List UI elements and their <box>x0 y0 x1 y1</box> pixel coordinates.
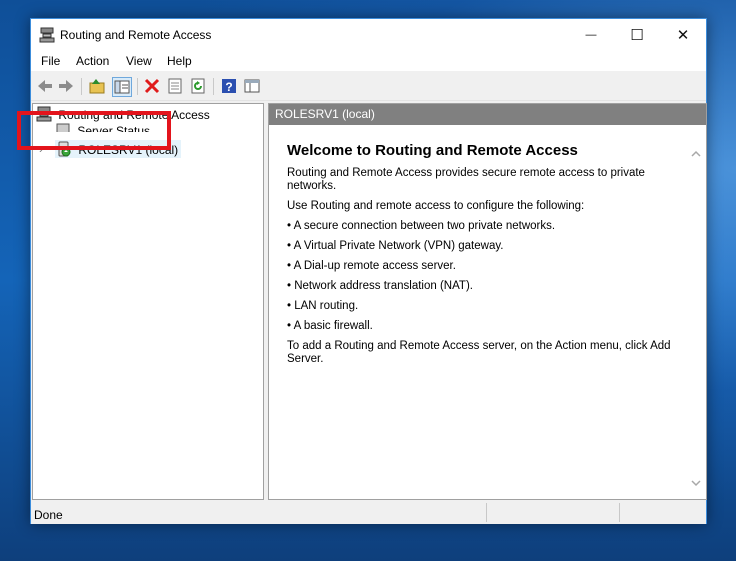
properties-icon <box>168 78 182 94</box>
welcome-heading: Welcome to Routing and Remote Access <box>287 142 578 159</box>
forward-icon <box>59 80 73 92</box>
vertical-scrollbar[interactable] <box>688 126 704 497</box>
close-icon: ✕ <box>676 27 690 44</box>
bullet-item: • Network address translation (NAT). <box>287 280 473 292</box>
bullet-item: • LAN routing. <box>287 300 359 312</box>
minimize-icon: — <box>585 29 597 41</box>
configure-text: Use Routing and remote access to configu… <box>287 200 585 212</box>
menu-bar: File Action View Help <box>31 51 706 71</box>
properties-button[interactable] <box>166 77 184 95</box>
scroll-down-icon[interactable] <box>688 475 704 491</box>
status-divider <box>486 503 487 522</box>
up-folder-icon <box>89 79 105 94</box>
bullet-text: A secure connection between two private … <box>293 220 556 232</box>
welcome-content: Welcome to Routing and Remote Access Rou… <box>287 142 689 373</box>
help-button[interactable]: ? <box>220 77 238 95</box>
minimize-button[interactable]: — <box>568 19 614 51</box>
bullet-text: A basic firewall. <box>293 320 373 332</box>
routing-app-icon <box>39 27 55 43</box>
window-title: Routing and Remote Access <box>60 28 212 42</box>
maximize-button[interactable]: ☐ <box>614 19 660 51</box>
highlight-annotation-box <box>17 111 171 150</box>
close-button[interactable]: ✕ <box>660 19 706 51</box>
menu-help[interactable]: Help <box>167 54 192 68</box>
welcome-intro: Routing and Remote Access provides secur… <box>287 167 645 192</box>
title-bar[interactable]: Routing and Remote Access — ☐ ✕ <box>31 19 706 51</box>
help-icon: ? <box>222 79 236 94</box>
details-header-label: ROLESRV1 (local) <box>275 107 375 121</box>
bullet-item: • A Dial-up remote access server. <box>287 260 456 272</box>
console-button[interactable] <box>243 77 261 95</box>
show-hide-tree-icon <box>114 80 130 94</box>
show-hide-tree-button[interactable] <box>112 77 132 97</box>
bullet-text: Network address translation (NAT). <box>294 280 473 292</box>
menu-action[interactable]: Action <box>76 54 109 68</box>
details-pane: ROLESRV1 (local) Welcome to Routing and … <box>268 103 707 500</box>
bullet-text: A Dial-up remote access server. <box>293 260 456 272</box>
bullet-item: • A Virtual Private Network (VPN) gatewa… <box>287 240 504 252</box>
refresh-button[interactable] <box>189 77 207 95</box>
delete-icon <box>144 78 160 94</box>
console-icon <box>244 79 260 93</box>
back-button[interactable] <box>36 77 54 95</box>
maximize-icon: ☐ <box>630 27 644 44</box>
delete-button[interactable] <box>143 77 161 95</box>
back-icon <box>38 80 52 92</box>
bullet-item: • A basic firewall. <box>287 320 373 332</box>
svg-text:?: ? <box>225 80 232 94</box>
console-tree: Routing and Remote Access Server Status … <box>32 103 264 500</box>
status-text: Done <box>34 508 63 522</box>
details-header: ROLESRV1 (local) <box>269 104 706 125</box>
scroll-up-icon[interactable] <box>688 146 704 162</box>
menu-file[interactable]: File <box>41 54 60 68</box>
bullet-text: A Virtual Private Network (VPN) gateway. <box>293 240 504 252</box>
refresh-icon <box>191 78 205 94</box>
menu-view[interactable]: View <box>126 54 152 68</box>
toolbar: ? <box>31 72 706 101</box>
app-window: Routing and Remote Access — ☐ ✕ File Act… <box>30 18 707 524</box>
status-bar <box>31 501 706 524</box>
bullet-text: LAN routing. <box>294 300 359 312</box>
forward-button[interactable] <box>57 77 75 95</box>
up-folder-button[interactable] <box>88 77 106 95</box>
add-server-text: To add a Routing and Remote Access serve… <box>287 340 671 365</box>
bullet-item: • A secure connection between two privat… <box>287 220 556 232</box>
status-divider <box>619 503 620 522</box>
